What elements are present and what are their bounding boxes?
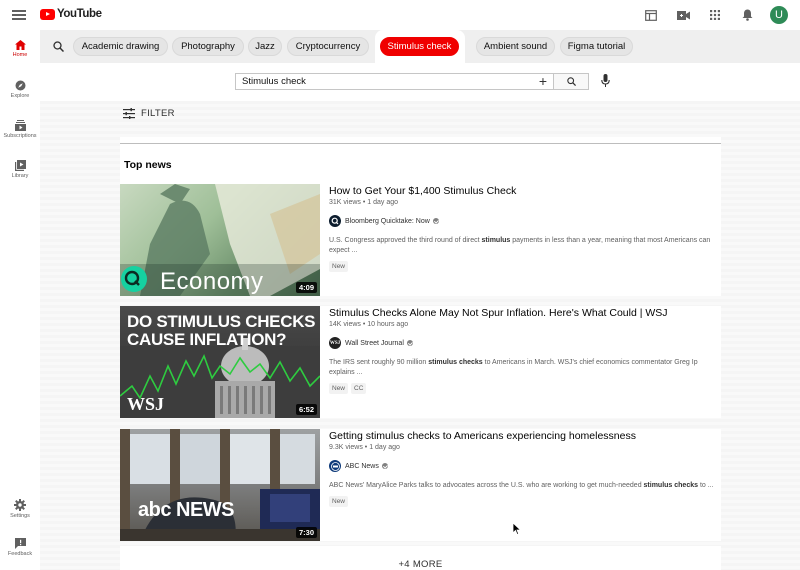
filter-sliders-icon (123, 108, 135, 119)
channel-avatar (329, 215, 341, 227)
layout-icon[interactable] (642, 6, 660, 24)
cc-badge: CC (351, 383, 367, 394)
chip-ambient-sound[interactable]: Ambient sound (476, 37, 555, 56)
create-video-icon[interactable] (674, 6, 692, 24)
top-bar: YouTube U (0, 0, 800, 30)
sidebar-item-label: Library (11, 173, 29, 179)
video-result: Economy 4:09 How to Get Your $1,400 Stim… (120, 184, 721, 296)
play-logo-icon (40, 8, 55, 20)
search-input[interactable]: Stimulus check + (235, 73, 554, 90)
show-more-button[interactable]: +4 MORE (120, 559, 721, 570)
sidebar-item-label: Explore (10, 93, 30, 99)
sidebar-item-label: Settings (10, 513, 30, 519)
new-badge: New (329, 496, 349, 507)
chip-photography[interactable]: Photography (172, 37, 244, 56)
search-area: Stimulus check + (40, 63, 800, 101)
home-icon (14, 40, 26, 50)
feedback-icon (14, 538, 26, 549)
video-meta: 9.3K views • 1 day ago (329, 444, 400, 451)
plus-icon[interactable]: + (539, 74, 547, 89)
sidebar-item-home[interactable]: Home (0, 40, 40, 58)
video-thumbnail[interactable]: abc NEWS 7:30 (120, 429, 320, 541)
abc-news-logo: abc NEWS (138, 499, 235, 521)
channel-name: Bloomberg Quicktake: Now (345, 217, 430, 225)
menu-icon[interactable] (12, 10, 26, 20)
channel-link[interactable]: WSJ Wall Street Journal (329, 337, 719, 349)
channel-avatar: WSJ (329, 337, 341, 349)
video-title[interactable]: Stimulus Checks Alone May Not Spur Infla… (329, 307, 719, 320)
video-duration: 6:52 (295, 404, 317, 415)
more-panel: +4 MORE (120, 546, 721, 570)
chip-figma-tutorial[interactable]: Figma tutorial (560, 37, 633, 56)
channel-name: ABC News (345, 462, 379, 470)
user-avatar[interactable]: U (770, 6, 788, 24)
channel-link[interactable]: Bloomberg Quicktake: Now (329, 215, 719, 227)
channel-avatar (329, 460, 341, 472)
apps-icon[interactable] (706, 6, 724, 24)
search-query-text[interactable]: Stimulus check (242, 76, 306, 87)
logo-text: YouTube (57, 8, 102, 20)
channel-name: Wall Street Journal (345, 339, 404, 347)
sidebar-item-explore[interactable]: Explore (0, 80, 40, 99)
sidebar-item-label: Home (12, 52, 28, 58)
video-thumbnail[interactable]: Economy 4:09 (120, 184, 320, 296)
new-badge: New (329, 383, 349, 394)
channel-link[interactable]: ABC News (329, 460, 719, 472)
video-description: ABC News' MaryAlice Parks talks to advoc… (329, 482, 714, 489)
gear-icon (14, 499, 26, 511)
wsj-logo: WSJ (127, 394, 165, 414)
sidebar: Home Explore Subscriptions Library Setti… (0, 30, 40, 570)
sidebar-item-subscriptions[interactable]: Subscriptions (0, 120, 40, 139)
sidebar-item-label: Subscriptions (3, 133, 37, 139)
video-result: abc NEWS 7:30 Getting stimulus checks to… (120, 429, 721, 541)
video-thumbnail[interactable]: DO STIMULUS CHECKS CAUSE INFLATION? WSJ … (120, 306, 320, 418)
video-title[interactable]: How to Get Your $1,400 Stimulus Check (329, 185, 719, 198)
sidebar-item-library[interactable]: Library (0, 160, 40, 179)
sidebar-item-label: Feedback (7, 551, 33, 557)
search-button[interactable] (554, 73, 589, 90)
chip-academic-drawing[interactable]: Academic drawing (73, 37, 168, 56)
compass-icon (15, 80, 25, 91)
video-description: U.S. Congress approved the third round o… (329, 237, 711, 254)
top-news-header-panel (120, 144, 721, 184)
sidebar-item-feedback[interactable]: Feedback (0, 538, 40, 557)
chip-search-icon[interactable] (48, 36, 68, 56)
filter-label: FILTER (141, 108, 175, 119)
verified-icon (406, 340, 413, 346)
video-duration: 7:30 (295, 527, 317, 538)
notifications-bell-icon[interactable] (738, 6, 756, 24)
chip-stimulus-check[interactable]: Stimulus check (380, 37, 459, 56)
youtube-logo[interactable]: YouTube (40, 8, 102, 20)
video-result: DO STIMULUS CHECKS CAUSE INFLATION? WSJ … (120, 306, 721, 418)
subscriptions-icon (14, 120, 26, 131)
chip-jazz[interactable]: Jazz (248, 37, 282, 56)
mouse-cursor-icon (513, 523, 521, 535)
library-icon (14, 160, 26, 171)
video-title[interactable]: Getting stimulus checks to Americans exp… (329, 430, 719, 443)
search-icon (566, 77, 576, 86)
section-title: Top news (124, 159, 172, 171)
sidebar-item-settings[interactable]: Settings (0, 499, 40, 519)
video-meta: 31K views • 1 day ago (329, 199, 398, 206)
video-description: The IRS sent roughly 90 million stimulus… (329, 359, 698, 376)
chip-cryptocurrency[interactable]: Cryptocurrency (287, 37, 369, 56)
chips-bar: Academic drawing Photography Jazz Crypto… (40, 30, 800, 63)
video-meta: 14K views • 10 hours ago (329, 321, 409, 328)
verified-icon (432, 218, 439, 224)
verified-icon (381, 463, 388, 469)
thumbnail-image (120, 429, 320, 541)
new-badge: New (329, 261, 349, 272)
microphone-icon[interactable] (595, 71, 615, 91)
filter-button[interactable]: FILTER (123, 108, 175, 119)
thumbnail-headline: DO STIMULUS CHECKS CAUSE INFLATION? (127, 312, 316, 349)
video-duration: 4:09 (295, 282, 317, 293)
thumbnail-caption: Economy (160, 268, 264, 295)
